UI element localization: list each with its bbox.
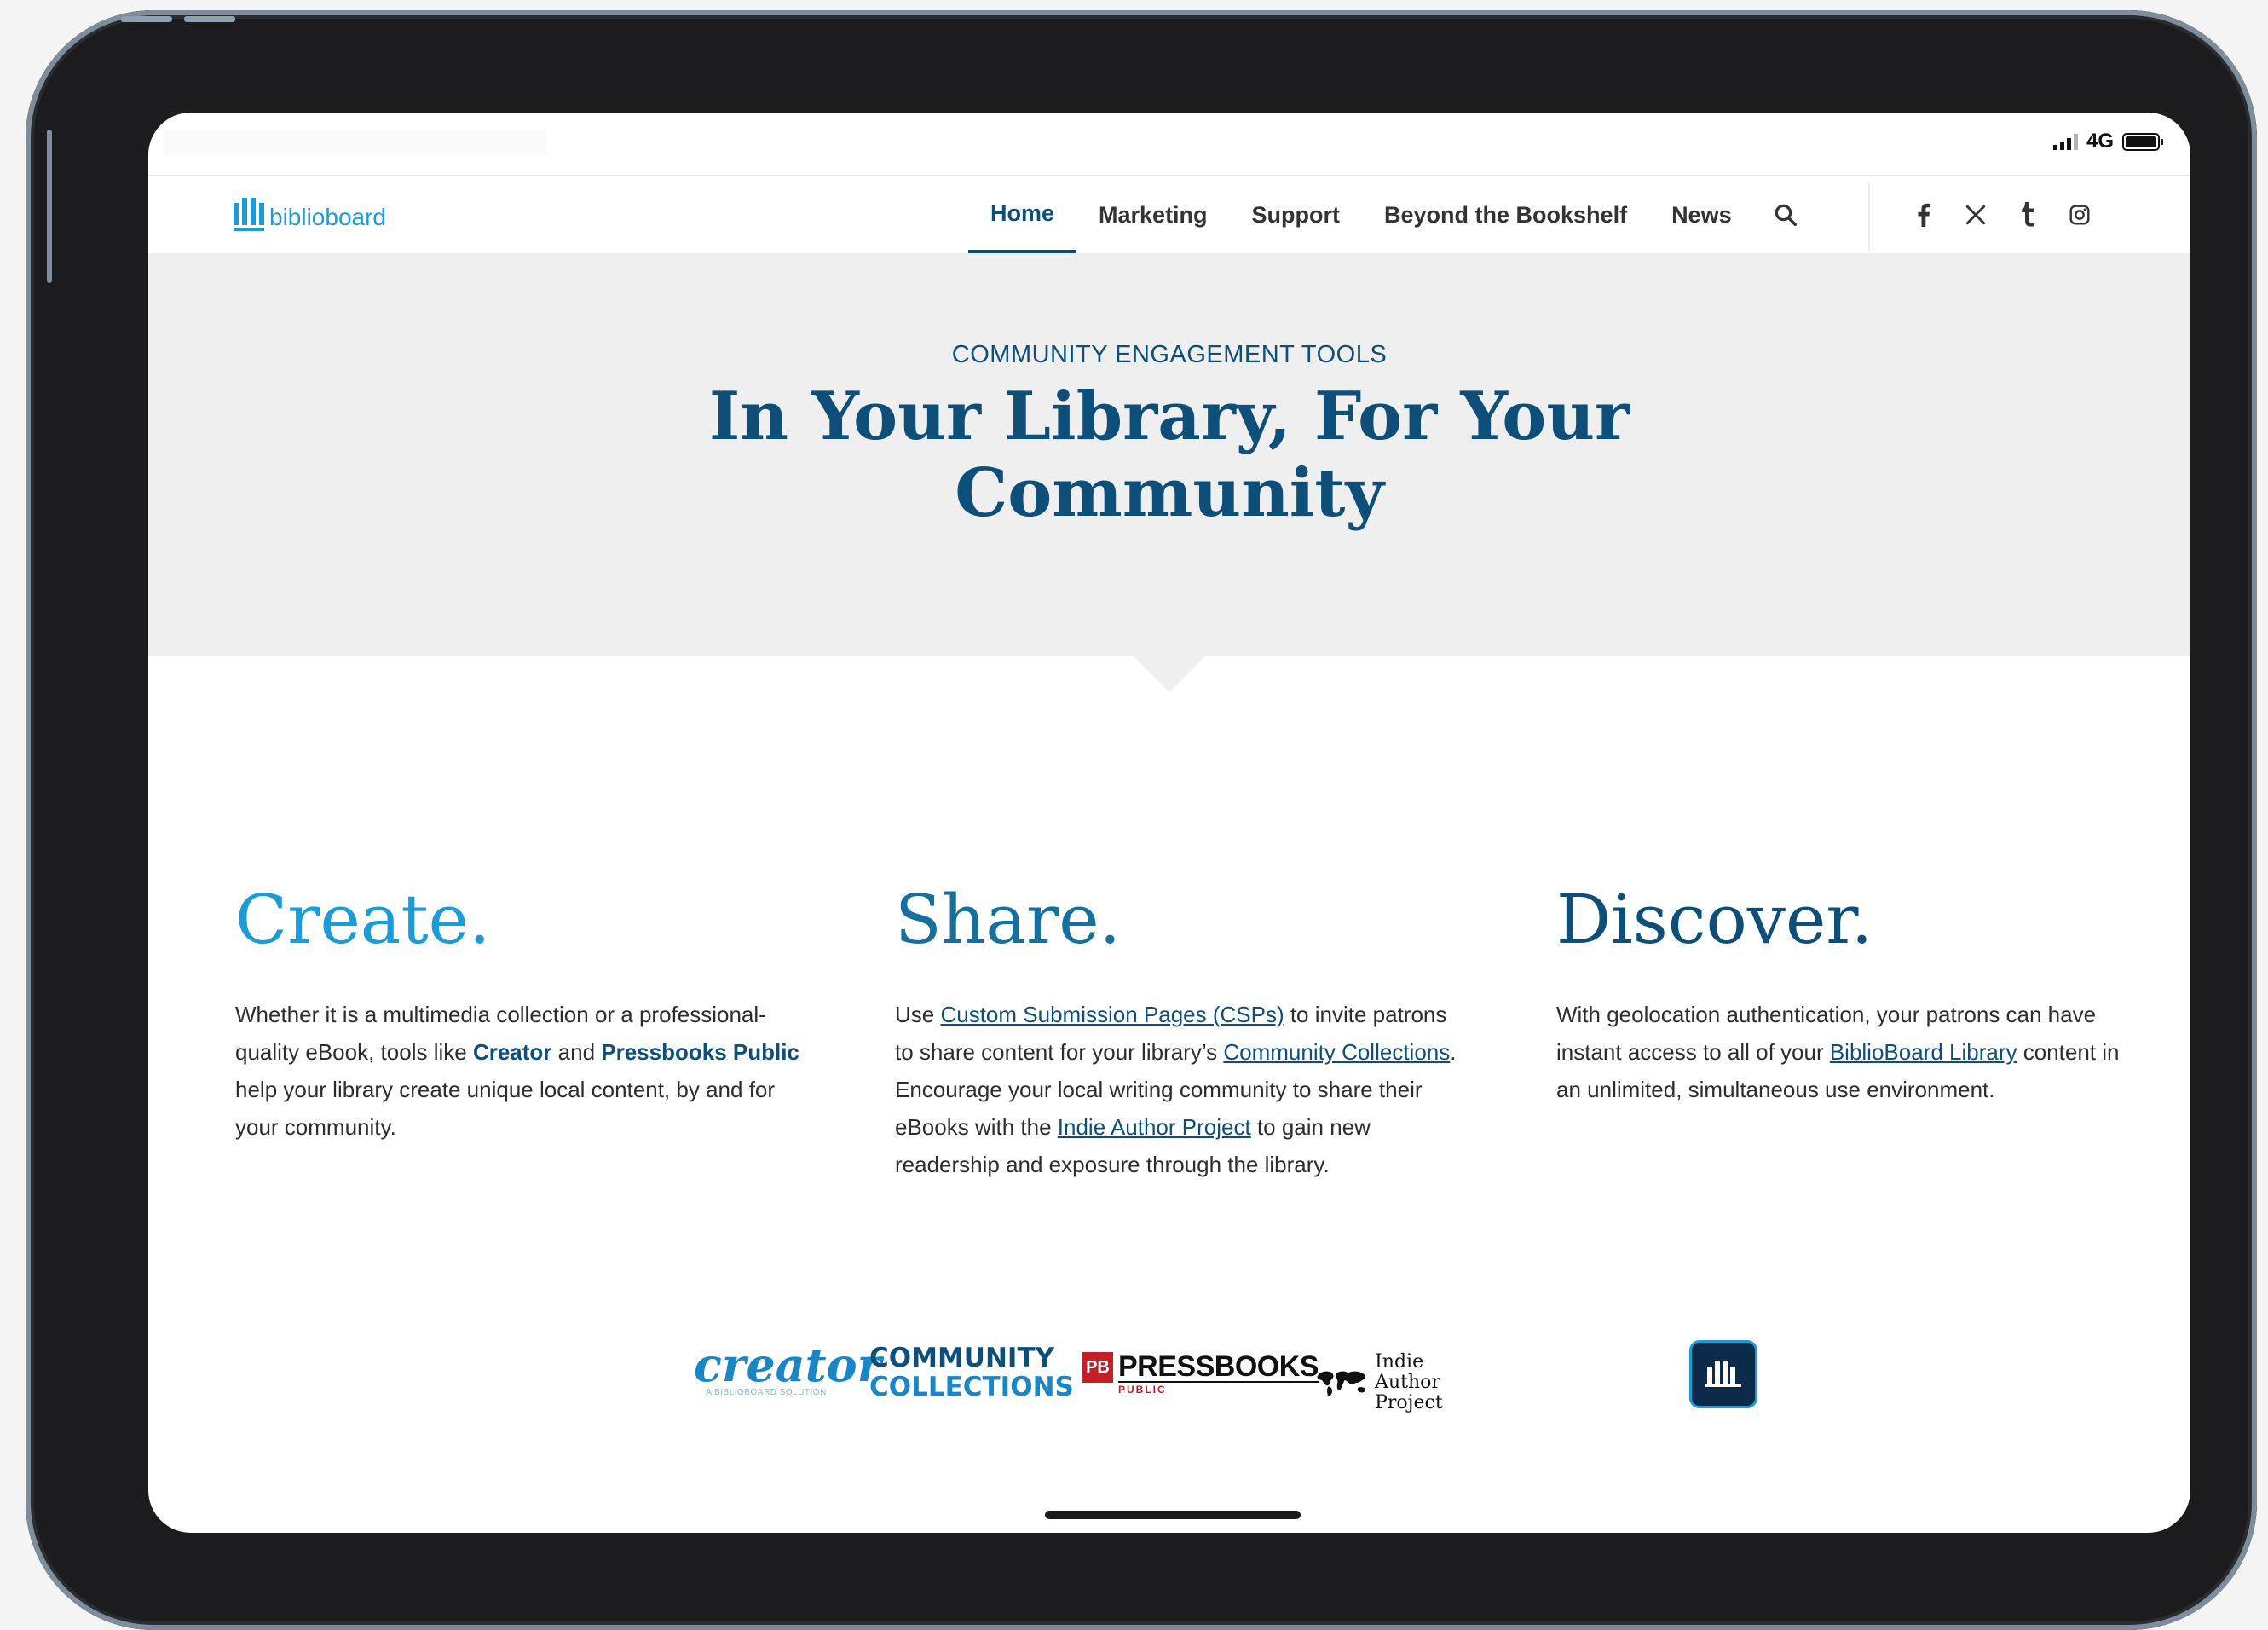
share-heading: Share. <box>895 880 1122 959</box>
status-bar: 4G <box>148 113 2190 176</box>
battery-icon <box>2122 132 2163 151</box>
biblioboard-app-icon[interactable] <box>1689 1340 1757 1408</box>
create-column: Create. Whether it is a multimedia colle… <box>235 881 815 1146</box>
discover-heading: Discover. <box>1556 880 1873 959</box>
site-logo[interactable]: biblioboard <box>234 197 386 231</box>
indie-author-project-link[interactable]: Indie Author Project <box>1058 1114 1251 1140</box>
nav-item-news[interactable]: News <box>1649 176 1754 253</box>
discover-text: With geolocation authentication, your pa… <box>1556 1002 2120 1102</box>
signal-icon <box>2052 133 2078 150</box>
hero-pointer <box>1132 655 1207 692</box>
url-bar[interactable] <box>164 130 547 155</box>
discover-column: Discover. With geolocation authenticatio… <box>1556 881 2136 1108</box>
volume-up-button <box>121 16 172 22</box>
indie-author-project-logo[interactable]: Indie Author Project <box>1316 1352 1463 1413</box>
creator-logo[interactable]: creator A BIBLIOBOARD SOLUTION <box>694 1342 881 1397</box>
hero-title-line-1: In Your Library, For Your <box>708 378 1630 455</box>
nav-divider <box>1868 183 1870 251</box>
logo-text: biblioboard <box>269 204 386 230</box>
main-nav: Home Marketing Support Beyond the Booksh… <box>968 176 1798 253</box>
biblioboard-library-link[interactable]: BiblioBoard Library <box>1830 1039 2017 1065</box>
hero-title-line-2: Community <box>955 454 1384 532</box>
social-links <box>1911 176 2092 253</box>
custom-submission-pages-link[interactable]: Custom Submission Pages (CSPs) <box>940 1002 1284 1027</box>
tumblr-icon[interactable] <box>2015 202 2040 228</box>
world-map-icon <box>1317 1371 1366 1396</box>
nav-item-beyond-the-bookshelf[interactable]: Beyond the Bookshelf <box>1362 176 1649 253</box>
creator-link[interactable]: Creator <box>473 1039 551 1065</box>
hero-eyebrow: COMMUNITY ENGAGEMENT TOOLS <box>951 341 1388 368</box>
share-column: Share. Use Custom Submission Pages (CSPs… <box>895 881 1457 1183</box>
community-collections-logo[interactable]: COMMUNITY COLLECTIONS <box>869 1344 1074 1402</box>
share-text: Use Custom Submission Pages (CSPs) to in… <box>895 1002 1457 1177</box>
community-collections-link[interactable]: Community Collections <box>1223 1039 1450 1065</box>
pressbooks-public-logo[interactable]: PB PRESSBOOKS PUBLIC <box>1082 1352 1319 1396</box>
pressbooks-public-link[interactable]: Pressbooks Public <box>601 1039 799 1065</box>
side-button <box>47 130 52 283</box>
site-header: biblioboard Home Marketing Support Beyon… <box>148 176 2190 253</box>
x-icon[interactable] <box>1963 203 1988 228</box>
screen: 4G biblioboard Home Marketing Support Be… <box>148 113 2190 1533</box>
status-indicators: 4G <box>2052 130 2163 153</box>
network-label: 4G <box>2086 130 2114 153</box>
tablet-frame: 4G biblioboard Home Marketing Support Be… <box>26 10 2257 1630</box>
hero-title: In Your Library, For Your Community <box>148 379 2190 532</box>
biblioboard-logo-icon <box>234 197 264 231</box>
create-text: Whether it is a multimedia collection or… <box>235 1002 799 1140</box>
volume-down-button <box>184 16 235 22</box>
nav-item-support[interactable]: Support <box>1230 176 1362 253</box>
instagram-icon[interactable] <box>2067 203 2092 228</box>
search-button[interactable] <box>1754 176 1798 253</box>
facebook-icon[interactable] <box>1911 203 1936 228</box>
home-indicator[interactable] <box>1045 1511 1301 1519</box>
nav-item-marketing[interactable]: Marketing <box>1076 176 1230 253</box>
nav-item-home[interactable]: Home <box>968 176 1077 253</box>
create-heading: Create. <box>235 880 491 959</box>
search-icon <box>1775 204 1797 226</box>
